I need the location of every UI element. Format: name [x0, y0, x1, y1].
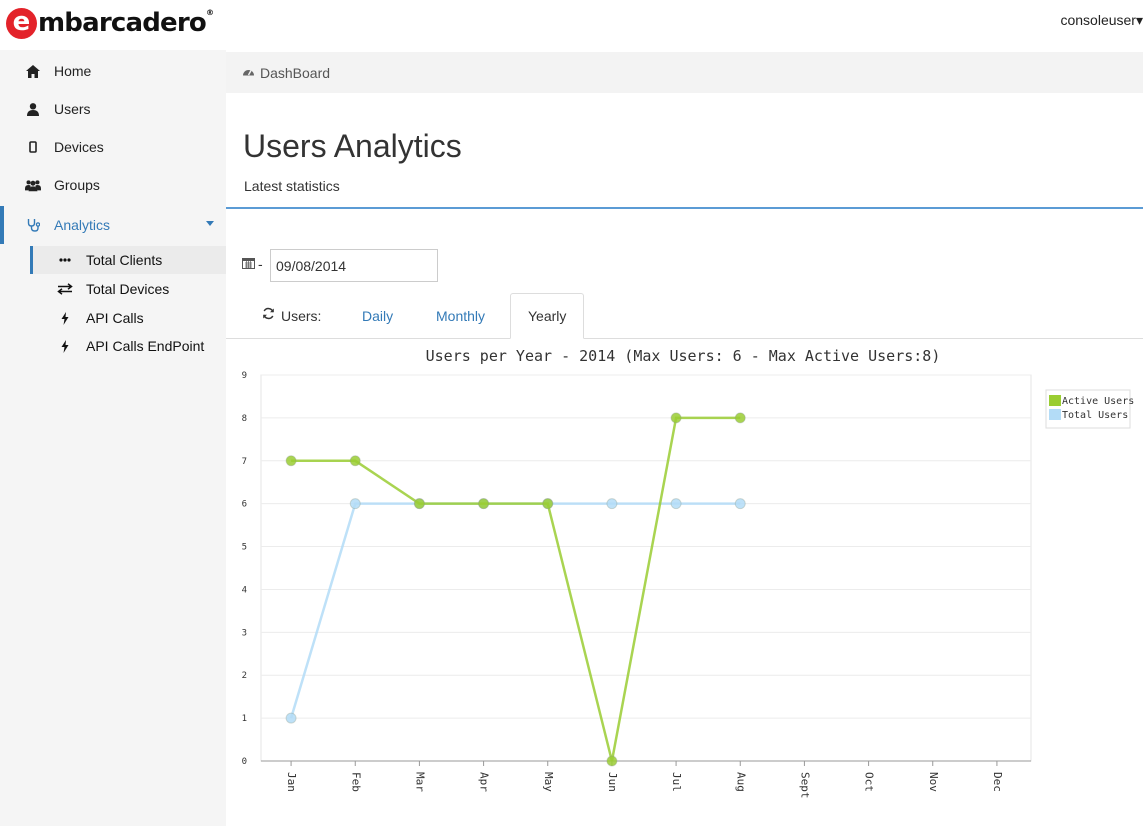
data-point — [670, 412, 682, 424]
data-point — [542, 498, 554, 510]
sidebar-item-label: Devices — [54, 139, 104, 155]
sidebar-subitem-total-devices[interactable]: Total Devices — [30, 275, 226, 303]
data-point — [285, 712, 297, 724]
legend-entry: Total Users — [1062, 410, 1128, 421]
y-tick-label: 3 — [242, 628, 247, 638]
y-tick-label: 6 — [242, 500, 247, 510]
chevron-down-icon: ▾ — [1135, 12, 1143, 28]
logo-e-mark: e — [6, 7, 37, 39]
exchange-icon — [57, 283, 73, 295]
y-tick-label: 1 — [242, 714, 247, 724]
legend-entry: Active Users — [1062, 396, 1134, 407]
chart-title: Users per Year - 2014 (Max Users: 6 - Ma… — [426, 347, 941, 365]
sidebar-item-label: Groups — [54, 177, 100, 193]
x-tick-label: Mar — [413, 772, 426, 792]
sidebar-subitem-api-calls-endpoint[interactable]: API Calls EndPoint — [30, 332, 226, 360]
sidebar-subitem-label: API Calls EndPoint — [86, 338, 205, 354]
dashboard-icon — [242, 66, 255, 80]
bolt-icon — [57, 311, 73, 325]
x-tick-label: Jul — [670, 772, 683, 792]
y-tick-label: 7 — [242, 457, 247, 467]
sidebar-subitem-label: Total Clients — [86, 252, 163, 268]
page-title: Users Analytics — [243, 128, 462, 164]
home-icon — [25, 64, 41, 78]
users-per-year-chart: Users per Year - 2014 (Max Users: 6 - Ma… — [242, 347, 1135, 799]
x-tick-label: Nov — [927, 772, 940, 792]
tab-monthly[interactable]: Monthly — [436, 293, 485, 339]
sidebar-subitem-label: Total Devices — [86, 281, 170, 297]
caret-down-icon — [206, 221, 214, 226]
mobile-icon — [25, 141, 41, 153]
y-tick-label: 4 — [242, 585, 247, 595]
data-point — [285, 455, 297, 467]
x-tick-label: Oct — [863, 772, 876, 792]
data-point — [606, 498, 618, 510]
tab-daily[interactable]: Daily — [362, 293, 393, 339]
bolt-icon — [57, 339, 73, 353]
y-tick-label: 8 — [242, 414, 247, 424]
x-tick-label: May — [542, 772, 555, 792]
page-subtitle: Latest statistics — [244, 178, 340, 194]
sidebar-item-users[interactable]: Users — [0, 90, 226, 128]
legend-swatch — [1049, 395, 1061, 406]
breadcrumb-label[interactable]: DashBoard — [260, 65, 330, 81]
tab-yearly[interactable]: Yearly — [510, 293, 585, 339]
x-tick-label: Jan — [285, 772, 298, 792]
y-tick-label: 5 — [242, 543, 247, 553]
sidebar-item-devices[interactable]: Devices — [0, 128, 226, 166]
top-bar: e mbarcadero® consoleuser▾ — [0, 0, 1143, 50]
data-point — [734, 498, 746, 510]
date-input[interactable] — [270, 249, 438, 282]
data-point — [606, 755, 618, 767]
period-tabs: Users: Daily Monthly Yearly — [226, 293, 1143, 339]
x-tick-label: Dec — [991, 772, 1004, 792]
series-line — [289, 502, 741, 719]
y-tick-label: 0 — [242, 757, 247, 767]
calendar-icon[interactable] — [242, 257, 255, 272]
sidebar-item-label: Users — [54, 101, 91, 117]
data-point — [349, 498, 361, 510]
x-tick-label: Aug — [734, 772, 747, 792]
data-point — [734, 412, 746, 424]
data-point — [478, 498, 490, 510]
x-tick-label: Sept — [798, 772, 811, 799]
x-tick-label: Jun — [606, 772, 619, 792]
embarcadero-logo[interactable]: e mbarcadero® — [6, 6, 214, 40]
date-separator: - — [258, 256, 263, 272]
data-point — [413, 498, 425, 510]
stethoscope-icon — [25, 218, 41, 232]
refresh-icon[interactable] — [262, 307, 275, 323]
breadcrumb: DashBoard — [226, 52, 1143, 93]
logo-wordmark: mbarcadero® — [38, 8, 214, 38]
sidebar-subitem-label: API Calls — [86, 310, 144, 326]
group-icon — [25, 179, 41, 192]
sidebar: Home Users Devices Groups Analytics Tota… — [0, 50, 226, 826]
plot-frame — [260, 374, 1032, 762]
title-divider — [226, 207, 1143, 209]
data-point — [670, 498, 682, 510]
ellipsis-icon — [57, 258, 73, 262]
x-tick-label: Feb — [349, 772, 362, 792]
y-tick-label: 2 — [242, 671, 247, 681]
sidebar-item-label: Analytics — [54, 217, 111, 233]
x-tick-label: Apr — [478, 772, 491, 792]
data-point — [349, 455, 361, 467]
sidebar-subitem-total-clients[interactable]: Total Clients — [30, 246, 226, 274]
sidebar-subitem-api-calls[interactable]: API Calls — [30, 304, 226, 332]
user-icon — [25, 102, 41, 116]
user-name: consoleuser — [1060, 12, 1136, 28]
legend-swatch — [1049, 409, 1061, 420]
user-menu[interactable]: consoleuser▾ — [1060, 12, 1143, 29]
tabs-label: Users: — [281, 308, 322, 324]
sidebar-item-groups[interactable]: Groups — [0, 166, 226, 204]
sidebar-item-home[interactable]: Home — [0, 52, 226, 90]
sidebar-item-label: Home — [54, 63, 92, 79]
tabs-underline — [226, 338, 1143, 339]
sidebar-item-analytics[interactable]: Analytics — [0, 206, 226, 244]
y-tick-label: 9 — [242, 371, 247, 381]
